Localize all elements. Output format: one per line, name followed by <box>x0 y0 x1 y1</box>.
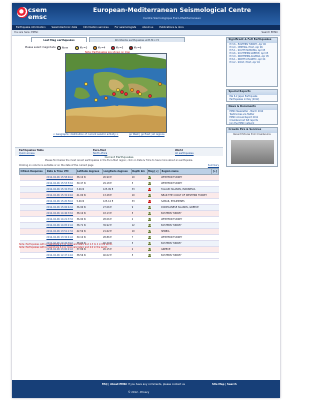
map-graphic <box>66 54 166 132</box>
citizen-cell <box>19 252 46 259</box>
seismic-map[interactable] <box>65 53 167 133</box>
nav-item-seismotectonic[interactable]: Seismotectonic data <box>50 26 80 29</box>
crowd-photo[interactable] <box>231 140 274 164</box>
radio-icon <box>93 45 98 50</box>
filter-option-m6[interactable]: M>=6 <box>129 45 141 50</box>
map-region-links[interactable]: go West | go East | all regions <box>129 133 165 136</box>
site-subtitle: Centre Sismologique Euro-Mediterraneen <box>143 16 201 20</box>
earthquake-link[interactable]: 2012-04-06 15:32:35.0 <box>46 188 73 191</box>
nav-item-earthquake-info[interactable]: Earthquake information <box>14 26 48 29</box>
earthquake-link[interactable]: 2012-04-06 12:47:14.0 <box>46 254 73 257</box>
magnitude-badge: 2.8 <box>147 242 152 245</box>
site-header: csem emsc European-Mediterranean Seismol… <box>12 3 280 25</box>
filter-option-m5[interactable]: M>=5 <box>111 45 123 50</box>
photos-caption: Recent Pictures from Crowdsource <box>233 132 271 136</box>
table-description: Please find below the most recent earthq… <box>44 159 194 162</box>
magnitude-cell: 2.7 <box>147 252 161 259</box>
footer-links[interactable]: FAQ | About EMSC <box>102 383 127 386</box>
footer-copyright: © 2012 - Privacy <box>128 391 150 394</box>
logo-text-bottom: emsc <box>28 13 47 21</box>
nav-item-publications[interactable]: Publications & docs <box>157 26 185 29</box>
table-footnote-b: Note: Earthquakes with a magnitude 5.0 o… <box>19 246 108 249</box>
radio-icon <box>111 45 116 50</box>
breadcrumb-bar: You are here: EMSC Search EMSC <box>12 30 280 36</box>
breadcrumb: You are here: EMSC <box>14 31 39 34</box>
magnitude-badge: 2.4 <box>147 194 152 197</box>
search-link[interactable]: Search EMSC <box>262 31 278 34</box>
tab-worldwide-earthquakes[interactable]: Worldwide earthquakes with M>=5 <box>89 37 185 42</box>
earthquake-link[interactable]: 2012-04-06 15:20:56.0 <box>46 200 73 203</box>
map-tabs: Last Mag earthquakes Worldwide earthquak… <box>15 37 223 42</box>
significant-earthquake-item[interactable]: M 4.2 - SICILY, ITALY, Apr 04 <box>227 61 277 64</box>
magnitude-badge: 2.2 <box>147 236 152 239</box>
summary-link[interactable]: Summary <box>208 164 219 167</box>
magnitude-badge: 2.4 <box>147 182 152 185</box>
nav-item-information-services[interactable]: Information services <box>81 26 111 29</box>
magnitude-badge: 2.9 <box>147 206 152 209</box>
footer-sitemap[interactable]: Site Map | Search <box>212 383 237 386</box>
magnitude-badge: 4.7 <box>147 200 152 203</box>
page-frame: csem emsc European-Mediterranean Seismol… <box>12 3 280 398</box>
magnitude-badge: 2.4 <box>147 248 152 251</box>
filter-option-m4[interactable]: M>=4 <box>93 45 105 50</box>
radio-icon <box>57 45 62 50</box>
earthquake-link[interactable]: 2012-04-06 13:51:17.0 <box>46 230 73 233</box>
tab-last-earthquakes[interactable]: Last Mag earthquakes <box>31 37 87 42</box>
filter-option-m3[interactable]: M>=3 <box>75 45 87 50</box>
magnitude-badge: 4.6 <box>147 188 152 191</box>
site-title: European-Mediterranean Seismological Cen… <box>93 7 251 14</box>
depth-cell: 5 <box>131 252 148 259</box>
earthquake-link[interactable]: 2012-04-06 13:34:41.0 <box>46 236 73 239</box>
magnitude-badge: 2.5 <box>147 176 152 179</box>
special-reports-box: Special Reports Mw 6.2 Japan Earthquake E… <box>226 89 278 102</box>
site-footer: FAQ | About EMSC If you have any comment… <box>12 380 280 398</box>
news-box: News & Documents EMSC Newsletter - March… <box>226 104 278 125</box>
magnitude-badge: 2.7 <box>147 254 152 257</box>
logo-swirl-icon <box>17 7 28 18</box>
earthquake-link[interactable]: 2012-04-06 14:05:21.0 <box>46 224 73 227</box>
longitude-cell: 40.02 E <box>102 252 132 259</box>
emsc-logo[interactable]: csem emsc <box>15 5 55 24</box>
news-item[interactable]: Join the EMSC network <box>227 122 277 125</box>
radio-icon <box>129 45 134 50</box>
magnitude-badge: 2.4 <box>147 218 152 221</box>
special-report-item[interactable]: Earthquakes in Italy (2012) <box>227 98 277 101</box>
earthquake-link[interactable]: 2012-04-06 15:53:53.0 <box>46 182 73 185</box>
filter-option-none[interactable]: None <box>57 45 68 50</box>
earthquake-link[interactable]: 2012-04-06 14:46:33.0 <box>46 212 73 215</box>
nav-item-about-us[interactable]: About us <box>140 26 155 29</box>
earthquake-link[interactable]: 2012-04-06 15:58:46.0 <box>46 176 73 179</box>
earthquake-link[interactable]: 2012-04-06 15:06:42.0 <box>46 206 73 209</box>
filter-label: Please select magnitude <box>25 46 56 49</box>
earthquake-link[interactable]: 2012-04-06 14:21:37.0 <box>46 218 73 221</box>
significant-title: Significant & Felt Earthquakes <box>227 38 277 43</box>
table-option-note[interactable]: Clicking on column is sortable or on the… <box>19 164 93 167</box>
region-cell: EASTERN TURKEY <box>160 252 212 259</box>
earthquake-link[interactable]: 2012-04-06 15:32:24.0 <box>46 194 73 197</box>
table-row[interactable]: 2012-04-06 12:47:14.0 38.56 N 40.02 E 5 2.7 E… <box>19 252 219 259</box>
footer-contact[interactable]: If you have any comments, please contact… <box>128 383 185 386</box>
latitude-cell: 38.56 N <box>76 252 103 259</box>
magnitude-badge: 2.5 <box>147 230 152 233</box>
magnitude-badge: 2.6 <box>147 212 152 215</box>
magnitude-badge: 2.2 <box>147 224 152 227</box>
radio-icon <box>75 45 80 50</box>
significant-earthquakes-box: Significant & Felt Earthquakes M 3.6 - E… <box>226 37 278 87</box>
date-cell[interactable]: 2012-04-06 12:47:14.0 <box>45 252 77 259</box>
map-description-link[interactable]: < Geographic distribution of current sei… <box>53 133 118 136</box>
nav-item-for-seismologists[interactable]: For seismologists <box>113 26 139 29</box>
expand-cell[interactable] <box>211 252 219 259</box>
photos-box: Crowds Pics & Services Recent Pictures f… <box>226 127 278 167</box>
